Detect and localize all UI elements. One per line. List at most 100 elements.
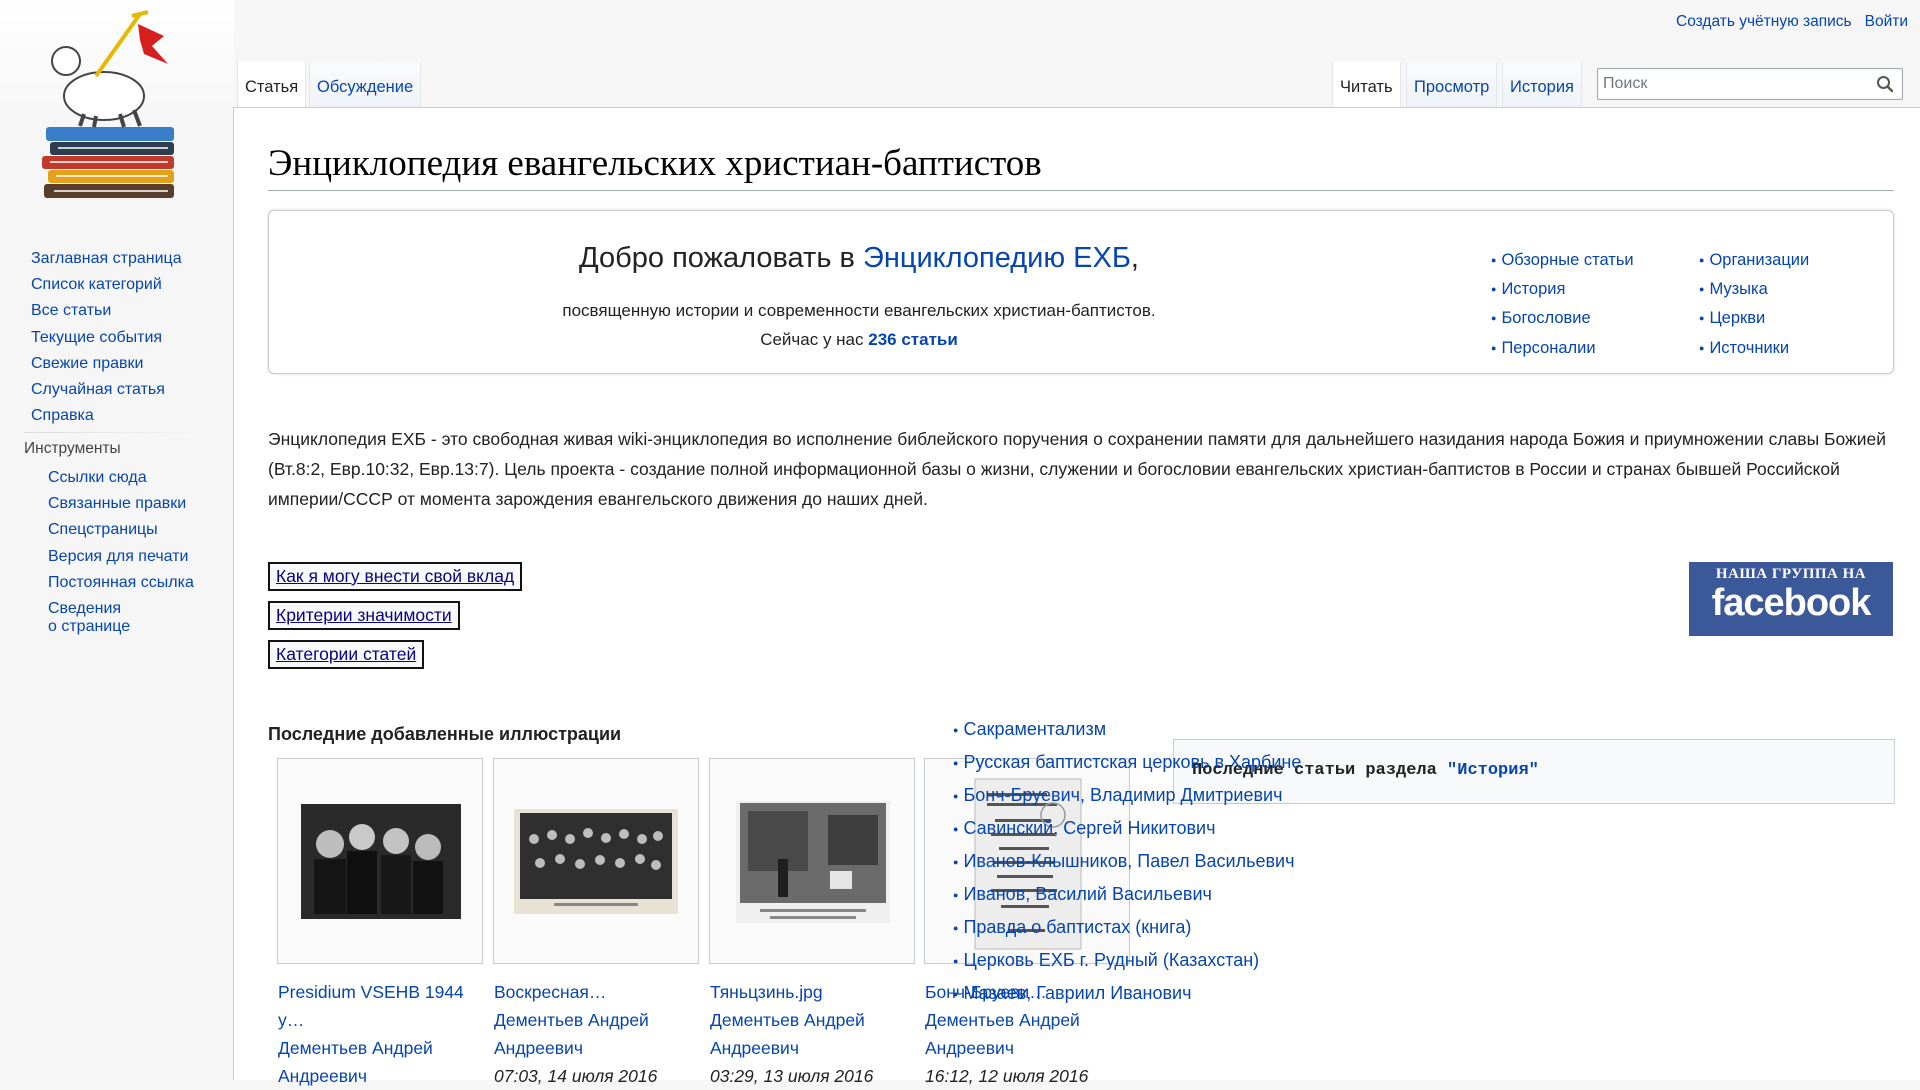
gallery-file-link-2[interactable]: Воскресная… [494,978,700,1006]
gallery-caption-2: Воскресная… Дементьев Андрей Андреевич 07… [494,978,700,1090]
article-count-prefix: Сейчас у нас [760,330,869,349]
gallery-author-link-1[interactable]: Дементьев Андрей Андреевич [278,1034,484,1090]
sidebar-divider [24,432,204,433]
notability-criteria-link[interactable]: Критерии значимости [268,601,460,630]
nav-category-list[interactable]: Список категорий [31,272,182,298]
search-box [1597,68,1903,100]
gallery-author-4-line1: Дементьев Андрей [925,1010,1080,1030]
site-logo-lamb-books[interactable] [36,6,186,211]
nav-recent-changes[interactable]: Свежие правки [31,351,182,377]
photo-tianjin-church-icon [736,801,890,923]
contribute-link[interactable]: Как я могу внести свой вклад [268,562,523,591]
intro-paragraph: Энциклопедия ЕХБ - это свободная живая w… [268,429,1887,509]
gallery-author-link-3[interactable]: Дементьев Андрей Андреевич [710,1006,916,1062]
recent-article-1[interactable]: Сакраментализм [953,714,1301,747]
recent-article-3[interactable]: Бонч-Бруевич, Владимир Дмитриевич [953,780,1301,813]
gallery-author-3-line2: Андреевич [710,1038,799,1058]
gallery-author-1-line2: Андреевич [278,1066,367,1086]
tool-special-pages[interactable]: Спецстраницы [48,517,218,543]
portal-list-right: Организации Музыка Церкви Источники [1699,247,1809,364]
welcome-suffix: , [1130,242,1139,274]
gallery-author-2-line1: Дементьев Андрей [494,1010,649,1030]
search-icon[interactable] [1876,75,1894,93]
recent-title-history-link[interactable]: "История" [1447,761,1539,780]
personal-tools: Создать учётную запись Войти [1663,13,1908,31]
gallery-date-2: 07:03, 14 июля 2016 [494,1066,658,1086]
gallery-file-link-1-line2: y… [278,1010,305,1030]
portal-persons[interactable]: Персоналии [1491,335,1634,364]
gallery-file-link-1-line1: Presidium VSEHB 1944 [278,982,464,1002]
gallery-author-3-line1: Дементьев Андрей [710,1010,865,1030]
search-input[interactable] [1598,69,1868,99]
tool-what-links-here[interactable]: Ссылки сюда [48,465,218,491]
welcome-box: Добро пожаловать в Энциклопедию ЕХБ, пос… [268,210,1894,374]
gallery-thumbnail-1[interactable] [277,758,483,964]
tool-related-changes[interactable]: Связанные правки [48,491,218,517]
gallery-date-4: 16:12, 12 июля 2016 [925,1066,1089,1086]
page-title: Энциклопедия евангельских христиан-бапти… [268,142,1894,192]
recent-article-5[interactable]: Иванов-Клышников, Павел Васильевич [953,846,1301,879]
portal-music[interactable]: Музыка [1699,276,1809,305]
welcome-title: Добро пожаловать в Энциклопедию ЕХБ, [269,242,1449,275]
gallery-date-3: 03:29, 13 июля 2016 [710,1066,874,1086]
tool-page-info-line2: о странице [48,618,131,636]
tab-read[interactable]: Читать [1332,62,1401,108]
gallery-thumbnail-2[interactable] [493,758,699,964]
welcome-prefix: Добро пожаловать в [579,242,863,274]
recent-article-6[interactable]: Иванов, Василий Васильевич [953,879,1301,912]
gallery-caption-3: Тяньцзинь.jpg Дементьев Андрей Андреевич … [710,978,916,1090]
gallery-author-1-line1: Дементьев Андрей [278,1038,433,1058]
gallery-author-4-line2: Андреевич [925,1038,1014,1058]
recent-article-7[interactable]: Правда о баптистах (книга) [953,912,1301,945]
portal-list-left: Обзорные статьи История Богословие Персо… [1491,247,1634,364]
tools-heading[interactable]: Инструменты [24,440,121,458]
login-link[interactable]: Войти [1865,13,1908,30]
gallery-file-link-1[interactable]: Presidium VSEHB 1944 y… [278,978,484,1034]
tool-page-info[interactable]: Сведения о странице [48,596,218,636]
nav-current-events[interactable]: Текущие события [31,325,182,351]
tool-printable-version[interactable]: Версия для печати [48,544,218,570]
welcome-description: посвященную истории и современности еван… [562,301,1156,320]
portal-overview[interactable]: Обзорные статьи [1491,247,1633,276]
portal-organizations[interactable]: Организации [1699,247,1809,276]
gallery-thumbnail-3[interactable] [709,758,915,964]
tab-view-source[interactable]: Просмотр [1406,62,1498,108]
nav-main-page[interactable]: Заглавная страница [31,246,182,272]
article-count: Сейчас у нас 236 статьи [269,330,1449,350]
gallery-author-link-4[interactable]: Дементьев Андрей Андреевич [925,1006,1131,1062]
photo-sunday-school-icon [514,809,678,914]
sidebar: Заглавная страница Список категорий Все … [0,0,234,1080]
recent-articles-list: Сакраментализм Русская баптистская церко… [953,714,1301,1011]
recent-article-9[interactable]: Мазаев, Гавриил Иванович [953,978,1301,1011]
welcome-encyclopedia-link[interactable]: Энциклопедию ЕХБ [863,242,1131,274]
gallery-file-link-3[interactable]: Тяньцзинь.jpg [710,978,916,1006]
nav-all-articles[interactable]: Все статьи [31,298,182,324]
gallery-author-link-2[interactable]: Дементьев Андрей Андреевич [494,1006,700,1062]
portal-churches[interactable]: Церкви [1699,305,1809,334]
create-account-link[interactable]: Создать учётную запись [1676,13,1852,30]
main-navigation: Заглавная страница Список категорий Все … [31,246,182,429]
facebook-group-banner[interactable]: НАША ГРУППА НА facebook [1689,562,1893,636]
recent-article-4[interactable]: Савинский, Сергей Никитович [953,813,1301,846]
tools-list: Ссылки сюда Связанные правки Спецстраниц… [48,465,218,636]
photo-group-portrait-icon [301,804,461,919]
portal-history[interactable]: История [1491,276,1634,305]
tab-history[interactable]: История [1502,62,1582,108]
nav-random-article[interactable]: Случайная статья [31,377,182,403]
tool-page-info-line1: Сведения [48,600,122,618]
tab-article[interactable]: Статья [237,62,307,108]
portal-sources[interactable]: Источники [1699,335,1809,364]
gallery-heading: Последние добавленные иллюстрации [268,724,622,744]
facebook-banner-logo-text: facebook [1711,582,1872,624]
nav-help[interactable]: Справка [31,403,182,429]
recent-article-8[interactable]: Церковь ЕХБ г. Рудный (Казахстан) [953,945,1301,978]
tool-permanent-link[interactable]: Постоянная ссылка [48,570,218,596]
recent-article-2[interactable]: Русская баптистская церковь в Харбине [953,747,1301,780]
facebook-banner-top-text: НАША ГРУППА НА [1715,566,1867,582]
portal-theology[interactable]: Богословие [1491,305,1634,334]
gallery-caption-1: Presidium VSEHB 1944 y… Дементьев Андрей А… [278,978,484,1090]
article-categories-link[interactable]: Категории статей [268,640,425,669]
gallery-author-2-line2: Андреевич [494,1038,583,1058]
article-count-link[interactable]: 236 статьи [868,330,958,349]
tab-talk[interactable]: Обсуждение [309,62,422,108]
